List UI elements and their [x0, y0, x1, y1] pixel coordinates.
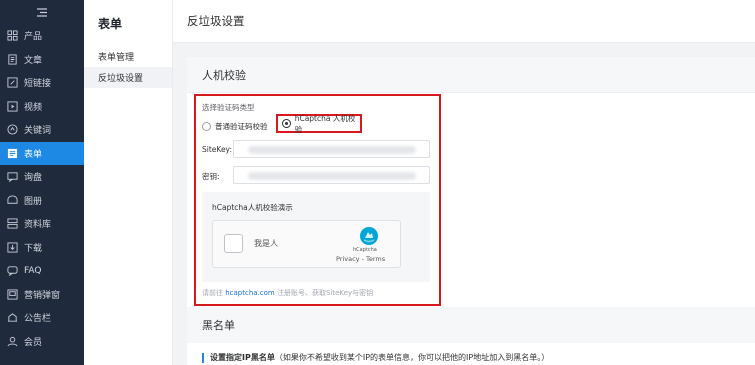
- sidebar-item-4[interactable]: 关键词: [0, 118, 84, 142]
- secret-input[interactable]: [233, 166, 430, 184]
- hcaptcha-link[interactable]: hcaptcha.com: [225, 289, 275, 297]
- sidebar-item-label: 表单: [24, 149, 43, 160]
- sidebar-item-label: 会员: [24, 337, 43, 348]
- popup-icon: [6, 288, 18, 300]
- document-icon: [6, 53, 18, 65]
- faq-icon: [6, 265, 18, 277]
- sitekey-label: SiteKey:: [202, 145, 232, 154]
- sidebar-item-label: 视频: [24, 102, 43, 113]
- sitekey-input[interactable]: [233, 140, 430, 158]
- radio-normal-captcha[interactable]: 普通验证码校验: [202, 119, 268, 133]
- radio-normal-indicator[interactable]: [202, 121, 211, 131]
- album-icon: [6, 194, 18, 206]
- sidebar-item-5[interactable]: 表单: [0, 141, 84, 165]
- sidebar-item-label: 关键词: [24, 126, 52, 137]
- sidebar-item-label: FAQ: [24, 265, 42, 276]
- note-suffix: 注册账号、获取SiteKey与密钥: [276, 289, 374, 297]
- secret-blurred-value: [248, 172, 416, 180]
- hcaptcha-text: 我是人: [254, 239, 278, 248]
- sidebar-item-label: 营销弹窗: [24, 290, 61, 301]
- sidebar-item-11[interactable]: 营销弹窗: [0, 283, 84, 307]
- hcaptcha-brand: hCaptcha: [353, 247, 377, 253]
- main-content: 反垃圾设置 人机校验 选择验证码类型 普通验证码校验 hCaptcha 人机校验…: [173, 0, 755, 365]
- keyword-icon: [6, 124, 18, 136]
- page-title: 反垃圾设置: [173, 0, 755, 43]
- sidebar-item-label: 询盘: [24, 173, 43, 184]
- sidebar-item-label: 资料库: [24, 220, 52, 231]
- radio-hcaptcha-label: hCaptcha 人机校验: [294, 113, 356, 134]
- sidebar-item-0[interactable]: 产品: [0, 24, 84, 48]
- sidebar-item-10[interactable]: FAQ: [0, 259, 84, 283]
- link-icon: [6, 77, 18, 89]
- captcha-section-title: 人机校验: [187, 57, 755, 93]
- sitekey-blurred-value: [248, 146, 416, 154]
- announcement-icon: [6, 312, 18, 324]
- sidebar-item-7[interactable]: 图册: [0, 189, 84, 213]
- sidebar-item-label: 产品: [24, 32, 43, 43]
- member-icon: [6, 335, 18, 347]
- hcaptcha-widget: 我是人 hCaptcha Privacy - Terms: [212, 220, 401, 268]
- captcha-type-label: 选择验证码类型: [202, 103, 255, 112]
- radio-hcaptcha[interactable]: hCaptcha 人机校验: [276, 113, 362, 134]
- sidebar-item-12[interactable]: 公告栏: [0, 306, 84, 330]
- hcaptcha-privacy-terms[interactable]: Privacy - Terms: [336, 255, 385, 263]
- video-icon: [6, 100, 18, 112]
- sidebar-item-label: 文章: [24, 55, 43, 66]
- form-icon: [6, 147, 18, 159]
- blacklist-section-title: 黑名单: [187, 307, 755, 343]
- tip-bold: 设置指定IP黑名单: [210, 353, 275, 362]
- grid-icon: [6, 30, 18, 42]
- tip-accent-bar: [202, 352, 204, 363]
- secret-label: 密钥:: [202, 172, 220, 181]
- sidebar-item-9[interactable]: 下载: [0, 236, 84, 260]
- register-note: 请前往 hcaptcha.com 注册账号、获取SiteKey与密钥: [202, 288, 373, 298]
- download-icon: [6, 241, 18, 253]
- sidebar-item-1[interactable]: 文章: [0, 48, 84, 72]
- sidebar-item-label: 短链接: [24, 79, 52, 90]
- sidebar-item-label: 图册: [24, 196, 43, 207]
- note-prefix: 请前往: [202, 289, 223, 297]
- hcaptcha-demo-box: hCaptcha人机校验演示 我是人 hCaptcha Privacy - Te…: [202, 192, 430, 282]
- blacklist-tip: 设置指定IP黑名单 （如果你不希望收到某个IP的表单信息，你可以把他的IP地址加…: [202, 352, 549, 363]
- main-sidebar: 产品文章短链接视频关键词表单询盘图册资料库下载 FAQ 营销弹窗公告栏会员: [0, 0, 84, 365]
- settings-panel: 人机校验 选择验证码类型 普通验证码校验 hCaptcha 人机校验 SiteK…: [187, 57, 755, 365]
- sidebar-item-label: 公告栏: [24, 314, 52, 325]
- submenu-item-form-management[interactable]: 表单管理: [84, 46, 172, 67]
- sidebar-item-13[interactable]: 会员: [0, 330, 84, 354]
- submenu-item-anti-spam[interactable]: 反垃圾设置: [84, 67, 172, 88]
- demo-title: hCaptcha人机校验演示: [212, 203, 293, 212]
- sidebar-nav: 产品文章短链接视频关键词表单询盘图册资料库下载 FAQ 营销弹窗公告栏会员: [0, 24, 84, 353]
- hcaptcha-logo-icon: [360, 227, 378, 245]
- form-submenu: 表单 表单管理 反垃圾设置: [84, 0, 173, 365]
- sidebar-item-2[interactable]: 短链接: [0, 71, 84, 95]
- sidebar-item-6[interactable]: 询盘: [0, 165, 84, 189]
- menu-toggle[interactable]: [0, 0, 84, 24]
- radio-normal-label: 普通验证码校验: [215, 121, 268, 131]
- radio-hcaptcha-indicator[interactable]: [282, 119, 291, 128]
- library-icon: [6, 218, 18, 230]
- sidebar-item-8[interactable]: 资料库: [0, 212, 84, 236]
- tip-text: （如果你不希望收到某个IP的表单信息，你可以把他的IP地址加入到黑名单。）: [274, 353, 550, 362]
- sidebar-item-3[interactable]: 视频: [0, 95, 84, 119]
- sidebar-item-label: 下载: [24, 243, 43, 254]
- submenu-title: 表单: [98, 17, 123, 31]
- hcaptcha-checkbox[interactable]: [224, 234, 243, 253]
- menu-collapse-icon: [37, 7, 47, 17]
- inquiry-icon: [6, 171, 18, 183]
